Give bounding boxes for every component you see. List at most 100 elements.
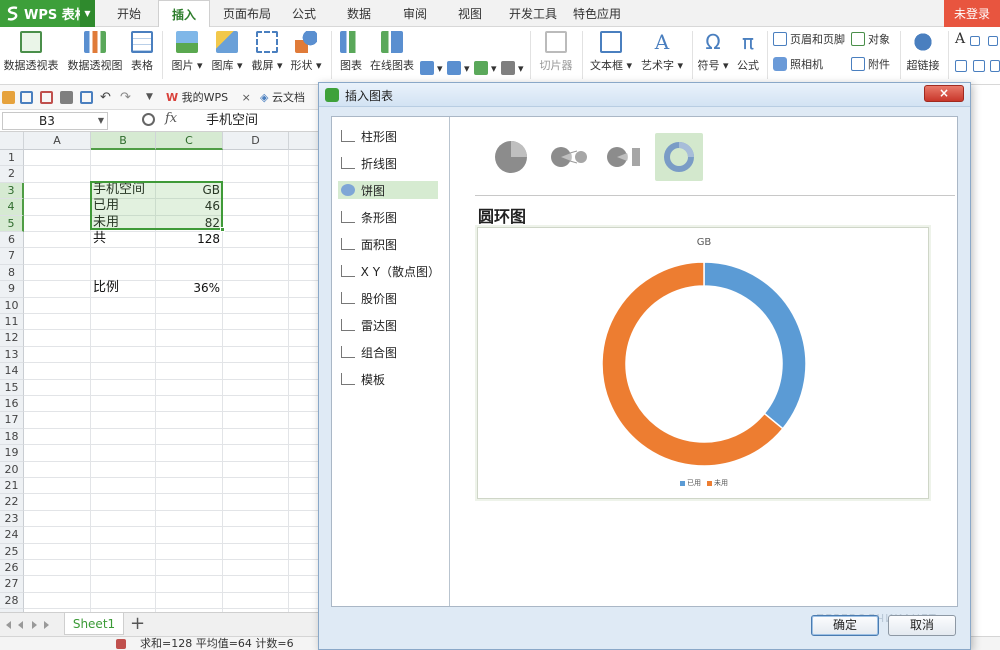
panel-icon[interactable]: [990, 58, 1000, 74]
bar-chart-dropdown[interactable]: ▾: [447, 60, 470, 76]
other-chart-dropdown[interactable]: ▾: [501, 60, 524, 76]
cell-c9[interactable]: 36%: [158, 280, 220, 296]
row-header-11[interactable]: 11: [0, 314, 24, 331]
ok-button[interactable]: 确定: [811, 615, 879, 636]
formula-button[interactable]: π 公式: [732, 31, 764, 73]
tab-view[interactable]: 视图: [448, 0, 492, 27]
row-header-17[interactable]: 17: [0, 412, 24, 429]
chart-type-item[interactable]: 柱形图: [338, 127, 438, 145]
text-format-icon[interactable]: A: [955, 31, 965, 47]
gallery-button[interactable]: 图库 ▾: [208, 31, 246, 73]
undo-icon[interactable]: ↶: [100, 91, 113, 104]
chart-type-item[interactable]: 饼图: [338, 181, 438, 199]
frame-icon[interactable]: [970, 33, 983, 49]
symbol-button[interactable]: Ω 符号 ▾: [694, 31, 732, 73]
pivot-chart-button[interactable]: 数据透视图: [64, 31, 126, 73]
dialog-title-bar[interactable]: 插入图表 ×: [319, 83, 970, 107]
app-menu-button[interactable]: WPS 表格 ▼: [0, 0, 95, 27]
select-all-corner[interactable]: [0, 132, 24, 150]
chevron-down-icon[interactable]: ▼: [98, 113, 104, 129]
close-icon[interactable]: ×: [242, 91, 251, 104]
row-header-9[interactable]: 9: [0, 281, 24, 298]
chart-type-item[interactable]: 模板: [338, 370, 438, 388]
macro-icon[interactable]: [116, 639, 126, 649]
row-header-7[interactable]: 7: [0, 248, 24, 265]
row-header-12[interactable]: 12: [0, 330, 24, 347]
cell-c4[interactable]: 46: [158, 198, 220, 214]
chart-type-item[interactable]: 折线图: [338, 154, 438, 172]
cell-b4[interactable]: 已用: [93, 198, 119, 214]
row-header-4[interactable]: 4: [0, 199, 24, 216]
cell-c3[interactable]: GB: [158, 182, 220, 198]
tab-formulas[interactable]: 公式: [284, 0, 324, 27]
tab-home[interactable]: 开始: [108, 0, 150, 27]
grid-icon[interactable]: [973, 58, 988, 74]
online-chart-button[interactable]: 在线图表: [368, 31, 416, 73]
tab-special-apps[interactable]: 特色应用: [567, 0, 627, 27]
chart-type-item[interactable]: 雷达图: [338, 316, 438, 334]
column-header-e[interactable]: [289, 132, 320, 150]
row-header-16[interactable]: 16: [0, 396, 24, 413]
chart-type-item[interactable]: 面积图: [338, 235, 438, 253]
row-header-18[interactable]: 18: [0, 428, 24, 446]
row-header-15[interactable]: 15: [0, 379, 24, 396]
save-icon[interactable]: [20, 91, 33, 104]
row-header-10[interactable]: 10: [0, 297, 24, 314]
row-header-28[interactable]: 28: [0, 592, 24, 610]
row-header-6[interactable]: 6: [0, 232, 24, 249]
close-button[interactable]: ×: [924, 85, 964, 102]
row-header-2[interactable]: 2: [0, 166, 24, 183]
header-footer-button[interactable]: 页眉和页脚: [773, 31, 845, 47]
column-header-d[interactable]: D: [223, 132, 289, 150]
tab-developer[interactable]: 开发工具: [503, 0, 563, 27]
open-folder-icon[interactable]: [2, 91, 15, 104]
row-header-25[interactable]: 25: [0, 543, 24, 560]
cell-b3[interactable]: 手机空间: [93, 182, 145, 198]
chart-type-item[interactable]: 组合图: [338, 343, 438, 361]
zoom-search-icon[interactable]: [142, 113, 155, 126]
chevron-down-icon[interactable]: ▼: [80, 0, 95, 27]
row-header-27[interactable]: 27: [0, 576, 24, 593]
tab-page-layout[interactable]: 页面布局: [216, 0, 278, 27]
sheet-tab-sheet1[interactable]: Sheet1: [64, 613, 124, 635]
cell-b5[interactable]: 未用: [93, 215, 119, 231]
fx-icon[interactable]: fx: [165, 111, 177, 126]
slicer-button[interactable]: 切片器: [537, 31, 575, 73]
object-button[interactable]: 对象: [851, 31, 890, 47]
first-sheet-icon[interactable]: [6, 621, 11, 629]
cell-c5[interactable]: 82: [158, 215, 220, 231]
chart-button[interactable]: 图表: [336, 31, 366, 73]
last-sheet-icon[interactable]: [44, 621, 49, 629]
login-button[interactable]: 未登录: [944, 0, 1000, 27]
prev-sheet-icon[interactable]: [18, 621, 23, 629]
print-preview-icon[interactable]: [80, 91, 93, 104]
row-header-14[interactable]: 14: [0, 363, 24, 380]
next-sheet-icon[interactable]: [32, 621, 37, 629]
subtype-pie[interactable]: [487, 133, 535, 181]
pivot-table-button[interactable]: 数据透视表: [2, 31, 60, 73]
row-header-21[interactable]: 21: [0, 478, 24, 495]
formula-input[interactable]: 手机空间: [196, 111, 320, 130]
redo-icon[interactable]: ↷: [120, 91, 133, 104]
row-header-1[interactable]: 1: [0, 150, 24, 167]
cell-b6[interactable]: 共: [93, 231, 106, 247]
line-chart-dropdown[interactable]: ▾: [474, 60, 497, 76]
cell-b9[interactable]: 比例: [93, 280, 119, 296]
chevron-down-icon[interactable]: ▼: [146, 91, 159, 104]
chart-type-item[interactable]: 条形图: [338, 208, 438, 226]
export-pdf-icon[interactable]: [40, 91, 53, 104]
subtype-pie-of-pie[interactable]: [543, 133, 591, 181]
column-header-a[interactable]: A: [24, 132, 91, 150]
layout-icon[interactable]: [955, 58, 970, 74]
hyperlink-button[interactable]: 超链接: [903, 31, 943, 73]
textbox-button[interactable]: 文本框 ▾: [588, 31, 634, 73]
subtype-bar-of-pie[interactable]: [599, 133, 647, 181]
screenshot-button[interactable]: 截屏 ▾: [248, 31, 286, 73]
wordart-button[interactable]: A 艺术字 ▾: [638, 31, 686, 73]
worksheet-grid[interactable]: A B C D 1 2 3 4 5 6 7 8 9 10 11 12 13 14 15 16 17 18 19 20 2…: [0, 132, 320, 612]
cell-c6[interactable]: 128: [158, 231, 220, 247]
add-sheet-button[interactable]: +: [130, 614, 145, 634]
row-header-13[interactable]: 13: [0, 346, 24, 364]
row-header-26[interactable]: 26: [0, 560, 24, 577]
tab-my-wps[interactable]: W 我的WPS ×: [166, 88, 251, 107]
